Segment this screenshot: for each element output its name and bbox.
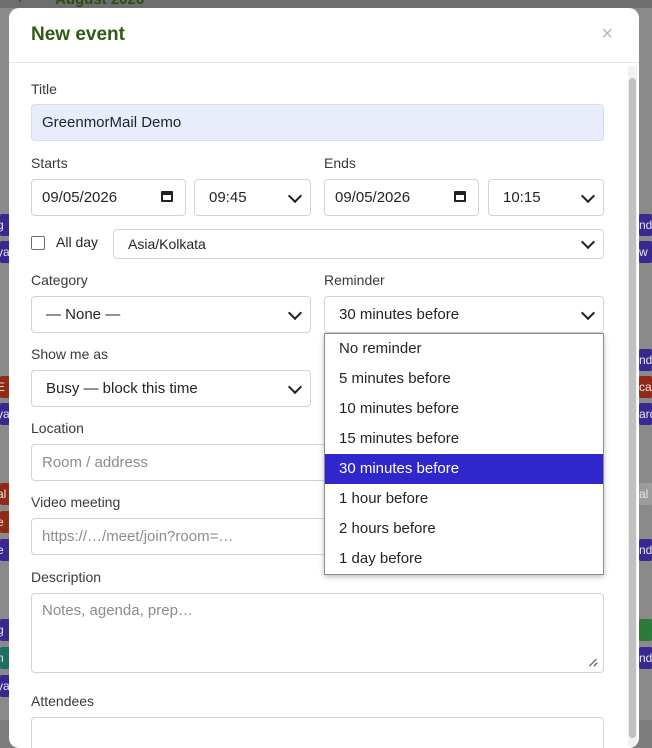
ends-label: Ends	[324, 155, 356, 171]
reminder-select[interactable]: 30 minutes before	[324, 296, 604, 333]
calendar-event-chip: w	[639, 241, 652, 263]
calendar-event-chip	[639, 619, 652, 641]
reminder-option[interactable]: No reminder	[325, 334, 603, 364]
timezone-value: Asia/Kolkata	[128, 236, 206, 252]
reminder-option[interactable]: 1 day before	[325, 544, 603, 574]
title-input-value: GreenmorMail Demo	[42, 114, 182, 131]
reminder-option[interactable]: 2 hours before	[325, 514, 603, 544]
resize-handle-icon[interactable]	[589, 658, 597, 666]
start-date-value: 09/05/2026	[42, 189, 118, 206]
description-textarea[interactable]: Notes, agenda, prep…	[31, 593, 604, 673]
calendar-event-chip: ard	[639, 403, 652, 425]
start-time-value: 09:45	[209, 189, 247, 206]
calendar-event-chip: al	[639, 483, 652, 505]
title-label: Title	[31, 81, 57, 97]
show-as-label: Show me as	[31, 346, 109, 362]
end-date-input[interactable]: 09/05/2026	[324, 179, 479, 216]
dialog-title: New event	[31, 24, 125, 45]
start-time-select[interactable]: 09:45	[194, 179, 311, 216]
chevron-down-icon	[580, 305, 596, 320]
calendar-event-chip: nd	[639, 539, 652, 561]
category-value: — None —	[46, 306, 121, 323]
attendees-label: Attendees	[31, 693, 95, 709]
start-date-input[interactable]: 09/05/2026	[31, 179, 186, 216]
reminder-option[interactable]: 1 hour before	[325, 484, 603, 514]
attendees-input[interactable]	[31, 717, 604, 748]
chevron-down-icon	[287, 379, 303, 394]
all-day-checkbox[interactable]	[31, 236, 45, 250]
show-as-select[interactable]: Busy — block this time	[31, 370, 311, 407]
chevron-down-icon	[580, 234, 596, 250]
end-date-value: 09/05/2026	[335, 189, 411, 206]
reminder-option-selected[interactable]: 30 minutes before	[325, 454, 603, 484]
dialog-header: New event ×	[9, 8, 639, 63]
calendar-event-chip: nd	[639, 349, 652, 371]
reminder-label: Reminder	[324, 272, 385, 288]
reminder-option[interactable]: 10 minutes before	[325, 394, 603, 424]
calendar-event-chip: ca	[639, 376, 652, 398]
end-time-select[interactable]: 10:15	[488, 179, 604, 216]
calendar-event-chip: nd	[639, 214, 652, 236]
category-select[interactable]: — None —	[31, 296, 311, 333]
prev-month-icon: ‹	[18, 0, 22, 6]
chevron-down-icon	[287, 188, 303, 203]
description-label: Description	[31, 569, 102, 585]
scrollbar-thumb[interactable]	[629, 78, 636, 738]
title-input[interactable]: GreenmorMail Demo	[31, 104, 604, 141]
chevron-down-icon	[287, 305, 303, 320]
location-label: Location	[31, 420, 84, 436]
calendar-month-title: August 2026	[55, 0, 144, 8]
all-day-label[interactable]: All day	[56, 234, 98, 250]
reminder-value: 30 minutes before	[339, 306, 460, 323]
reminder-option[interactable]: 15 minutes before	[325, 424, 603, 454]
calendar-event-chip: nd	[639, 647, 652, 669]
end-time-value: 10:15	[503, 189, 541, 206]
show-as-value: Busy — block this time	[46, 380, 198, 397]
category-label: Category	[31, 272, 88, 288]
starts-label: Starts	[31, 155, 68, 171]
timezone-select[interactable]: Asia/Kolkata	[113, 229, 604, 259]
close-icon[interactable]: ×	[601, 24, 613, 44]
description-placeholder: Notes, agenda, prep…	[42, 602, 193, 619]
chevron-down-icon	[580, 188, 596, 203]
calendar-icon[interactable]	[454, 191, 466, 202]
calendar-icon[interactable]	[161, 191, 173, 202]
reminder-dropdown-list[interactable]: No reminder 5 minutes before 10 minutes …	[324, 333, 604, 575]
location-placeholder: Room / address	[42, 454, 148, 471]
video-meeting-placeholder: https://…/meet/join?room=…	[42, 528, 234, 545]
reminder-option[interactable]: 5 minutes before	[325, 364, 603, 394]
video-meeting-label: Video meeting	[31, 494, 121, 510]
